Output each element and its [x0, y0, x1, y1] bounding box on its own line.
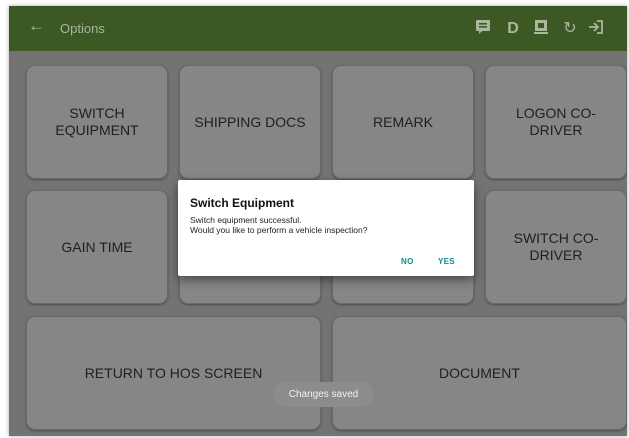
- return-to-hos-button[interactable]: RETURN TO HOS SCREEN: [26, 316, 321, 430]
- dialog-message-line2: Would you like to perform a vehicle insp…: [190, 225, 368, 235]
- document-button[interactable]: DOCUMENT: [332, 316, 627, 430]
- logon-co-driver-button[interactable]: LOGON CO-DRIVER: [485, 65, 627, 179]
- dialog-message: Switch equipment successful. Would you l…: [190, 215, 460, 235]
- changes-saved-toast: Changes saved: [273, 382, 374, 407]
- page-title: Options: [60, 21, 105, 36]
- gain-time-button[interactable]: GAIN TIME: [26, 190, 168, 304]
- dialog-message-line1: Switch equipment successful.: [190, 215, 302, 225]
- switch-co-driver-label: SWITCH CO-DRIVER: [513, 230, 599, 263]
- switch-equipment-dialog: Switch Equipment Switch equipment succes…: [178, 180, 474, 276]
- refresh-icon[interactable]: ↻: [559, 18, 581, 40]
- dialog-yes-button[interactable]: YES: [438, 257, 455, 266]
- app-bar: ← Options D ↻: [9, 6, 627, 51]
- back-arrow-icon[interactable]: ←: [28, 16, 45, 36]
- switch-co-driver-button[interactable]: SWITCH CO-DRIVER: [485, 190, 627, 304]
- remark-label: REMARK: [373, 113, 433, 130]
- dialog-no-button[interactable]: NO: [401, 257, 414, 266]
- message-icon[interactable]: [472, 18, 494, 40]
- device-icon[interactable]: [530, 18, 552, 40]
- logon-co-driver-label: LOGON CO-DRIVER: [515, 105, 597, 138]
- switch-equipment-label: SWITCH EQUIPMENT: [55, 105, 139, 138]
- gain-time-label: GAIN TIME: [61, 238, 133, 255]
- shipping-docs-label: SHIPPING DOCS: [194, 113, 306, 130]
- duty-status-d-icon[interactable]: D: [502, 18, 524, 40]
- logout-icon[interactable]: [585, 18, 607, 40]
- return-to-hos-label: RETURN TO HOS SCREEN: [84, 364, 263, 381]
- remark-button[interactable]: REMARK: [332, 65, 474, 179]
- document-label: DOCUMENT: [439, 364, 520, 381]
- shipping-docs-button[interactable]: SHIPPING DOCS: [179, 65, 321, 179]
- switch-equipment-button[interactable]: SWITCH EQUIPMENT: [26, 65, 168, 179]
- app-frame: ← Options D ↻ SWITCH EQUIPMENT SHIPPING …: [9, 6, 627, 436]
- dialog-title: Switch Equipment: [190, 196, 295, 210]
